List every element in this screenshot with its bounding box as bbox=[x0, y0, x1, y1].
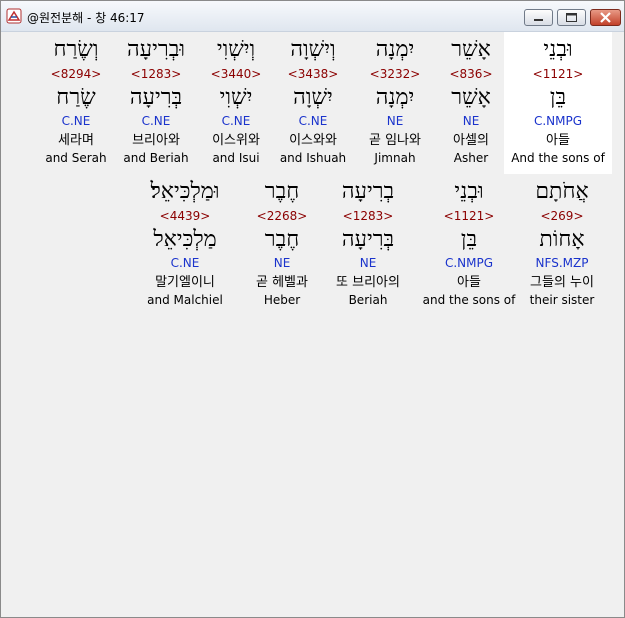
strong-number: <836> bbox=[449, 67, 493, 81]
minimize-button[interactable] bbox=[524, 9, 553, 26]
strong-number: <1121> bbox=[532, 67, 584, 81]
morphology-code: NE bbox=[386, 114, 404, 128]
strong-number: <4439> bbox=[159, 209, 211, 223]
korean-gloss: 곧 임나와 bbox=[369, 133, 421, 148]
english-gloss: Heber bbox=[263, 293, 301, 307]
lexical-form: מַלְכִּיאֵל bbox=[153, 227, 217, 252]
morphology-code: C.NE bbox=[170, 256, 200, 270]
word-cell[interactable]: וְשֶׂרַח <8294> שֶׂרַח C.NE 세라며 and Serah bbox=[36, 32, 116, 174]
word-cell[interactable]: וּמַלְכִּיאֵל׃ <4439> מַלְכִּיאֵל C.NE 말기엘이니… bbox=[135, 174, 235, 316]
strong-number: <3232> bbox=[369, 67, 421, 81]
strong-number: <1121> bbox=[443, 209, 495, 223]
korean-gloss: 곧 헤벨과 bbox=[256, 275, 308, 290]
english-gloss: their sister bbox=[529, 293, 595, 307]
english-gloss: And the sons of bbox=[511, 151, 605, 165]
morphology-code: C.NE bbox=[221, 114, 251, 128]
lexical-form: יִמְנָה bbox=[375, 85, 415, 110]
word-cell[interactable]: אֲחֹתָם <269> אָחוֹת NFS.MZP 그들의 누이 their sis… bbox=[519, 174, 605, 316]
hebrew-word: וּבְנֵי bbox=[454, 179, 484, 204]
hebrew-word: וּבְנֵי bbox=[543, 37, 573, 62]
hebrew-word: אָשֵׁר bbox=[451, 37, 491, 62]
verse-line-1: וּבְנֵי <1121> בֵּן C.NMPG 아들 And the sons of… bbox=[5, 32, 620, 174]
close-button[interactable] bbox=[590, 9, 621, 26]
english-gloss: and Beriah bbox=[123, 151, 189, 165]
word-cell[interactable]: וּבְנֵי <1121> בֵּן C.NMPG 아들 and the sons of bbox=[419, 174, 519, 316]
word-cell[interactable]: וְיִשְׁוָה <3438> יִשְׁוָה C.NE 이스와와 and Ishu… bbox=[273, 32, 353, 174]
lexical-form: בֵּן bbox=[460, 227, 478, 252]
morphology-code: C.NE bbox=[141, 114, 171, 128]
lexical-form: יִשְׁוָה bbox=[293, 85, 333, 110]
verse-line-2: אֲחֹתָם <269> אָחוֹת NFS.MZP 그들의 누이 their sis… bbox=[5, 174, 620, 316]
lexical-form: אָשֵׁר bbox=[451, 85, 491, 110]
korean-gloss: 또 브리아의 bbox=[336, 275, 400, 290]
english-gloss: and Malchiel bbox=[147, 293, 223, 307]
title-bar[interactable]: @원전분해 - 창 46:17 bbox=[1, 1, 624, 32]
word-cell[interactable]: וְיִשְׁוִי <3440> יִשְׁוִי C.NE 이스위와 and Isui bbox=[197, 32, 275, 174]
strong-number: <2268> bbox=[256, 209, 308, 223]
strong-number: <1283> bbox=[130, 67, 182, 81]
hebrew-word: וְיִשְׁוָה bbox=[290, 37, 336, 62]
close-icon bbox=[600, 12, 611, 23]
morphology-code: NFS.MZP bbox=[535, 256, 589, 270]
english-gloss: Beriah bbox=[348, 293, 388, 307]
korean-gloss: 브리아와 bbox=[132, 133, 180, 148]
window-title: @원전분해 - 창 46:17 bbox=[27, 11, 145, 25]
english-gloss: and Ishuah bbox=[279, 151, 347, 165]
word-cell[interactable]: אָשֵׁר <836> אָשֵׁר NE 아셀의 Asher bbox=[436, 32, 506, 174]
word-cell[interactable]: בְרִיעָה <1283> בְּרִיעָה NE 또 브리아의 Beriah bbox=[325, 174, 411, 316]
word-cell[interactable]: וּבְרִיעָה <1283> בְּרִיעָה C.NE 브리아와 and Ber… bbox=[115, 32, 197, 174]
lexical-form: אָחוֹת bbox=[539, 227, 585, 252]
korean-gloss: 아들 bbox=[546, 133, 570, 148]
korean-gloss: 말기엘이니 bbox=[155, 275, 215, 290]
hebrew-word: וְיִשְׁוִי bbox=[216, 37, 256, 62]
korean-gloss: 그들의 누이 bbox=[530, 275, 594, 290]
english-gloss: and the sons of bbox=[422, 293, 516, 307]
lexical-form: יִשְׁוִי bbox=[219, 85, 253, 110]
morphology-code: C.NMPG bbox=[444, 256, 494, 270]
strong-number: <1283> bbox=[342, 209, 394, 223]
strong-number: <3438> bbox=[287, 67, 339, 81]
morphology-code: C.NMPG bbox=[533, 114, 583, 128]
strong-number: <3440> bbox=[210, 67, 262, 81]
maximize-icon bbox=[566, 13, 577, 22]
morphology-code: NE bbox=[462, 114, 480, 128]
minimize-icon bbox=[534, 19, 543, 21]
english-gloss: and Serah bbox=[45, 151, 107, 165]
lexical-form: שֶׂרַח bbox=[56, 85, 96, 110]
word-cell[interactable]: וּבְנֵי <1121> בֵּן C.NMPG 아들 And the sons of bbox=[504, 32, 612, 174]
hebrew-word: וּמַלְכִּיאֵל׃ bbox=[150, 179, 220, 204]
korean-gloss: 아들 bbox=[457, 275, 481, 290]
lexical-form: חֶבֶר bbox=[264, 227, 300, 252]
korean-gloss: 세라며 bbox=[58, 133, 94, 148]
morphology-code: NE bbox=[359, 256, 377, 270]
hebrew-word: וּבְרִיעָה bbox=[127, 37, 185, 62]
korean-gloss: 이스와와 bbox=[289, 133, 337, 148]
english-gloss: and Isui bbox=[212, 151, 260, 165]
hebrew-word: חֶבֶר bbox=[264, 179, 300, 204]
lexical-form: בֵּן bbox=[549, 85, 567, 110]
morphology-code: C.NE bbox=[298, 114, 328, 128]
english-gloss: Jimnah bbox=[374, 151, 416, 165]
interlinear-panel: וּבְנֵי <1121> בֵּן C.NMPG 아들 And the sons of… bbox=[5, 32, 620, 613]
word-cell[interactable]: חֶבֶר <2268> חֶבֶר NE 곧 헤벨과 Heber bbox=[239, 174, 325, 316]
word-cell[interactable]: יִמְנָה <3232> יִמְנָה NE 곧 임나와 Jimnah bbox=[355, 32, 435, 174]
hebrew-word: וְשֶׂרַח bbox=[53, 37, 99, 62]
english-gloss: Asher bbox=[453, 151, 489, 165]
hebrew-word: אֲחֹתָם bbox=[535, 179, 589, 204]
korean-gloss: 이스위와 bbox=[212, 133, 260, 148]
lexical-form: בְּרִיעָה bbox=[341, 227, 395, 252]
korean-gloss: 아셀의 bbox=[453, 133, 489, 148]
morphology-code: NE bbox=[273, 256, 291, 270]
lexical-form: בְּרִיעָה bbox=[129, 85, 183, 110]
hebrew-word: בְרִיעָה bbox=[341, 179, 395, 204]
strong-number: <8294> bbox=[50, 67, 102, 81]
strong-number: <269> bbox=[540, 209, 584, 223]
maximize-button[interactable] bbox=[557, 9, 586, 26]
app-icon bbox=[6, 8, 22, 24]
morphology-code: C.NE bbox=[61, 114, 91, 128]
app-window: @원전분해 - 창 46:17 וּבְנֵי <1121> בֵּן C.NMPG 아… bbox=[0, 0, 625, 618]
hebrew-word: יִמְנָה bbox=[375, 37, 415, 62]
